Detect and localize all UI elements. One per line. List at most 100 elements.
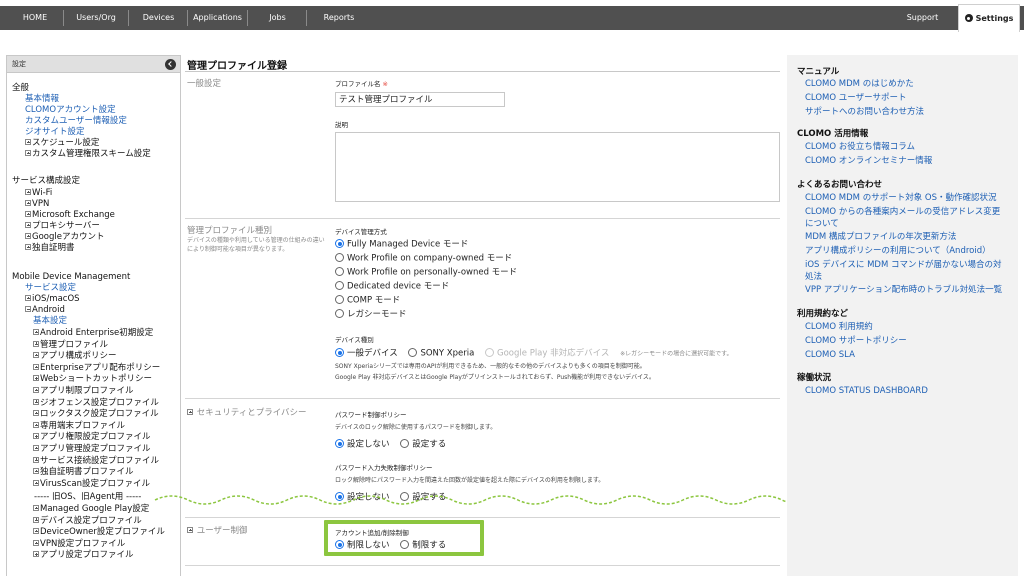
sidebar-item-schedule[interactable]: スケジュール設定 bbox=[25, 138, 99, 149]
help-link[interactable]: CLOMO サポートポリシー bbox=[805, 336, 907, 347]
sidebar-item-label: 独自証明書プロファイル bbox=[40, 467, 134, 478]
help-link[interactable]: MDM 構成プロファイルの年次更新方法 bbox=[805, 232, 956, 243]
sidebar-item-geosite[interactable]: ジオサイト設定 bbox=[25, 127, 85, 138]
sidebar-profile-item[interactable]: 管理プロファイル bbox=[33, 340, 108, 351]
help-link[interactable]: CLOMO ユーザーサポート bbox=[805, 93, 906, 104]
sidebar-profile-item[interactable]: アプリ管理設定プロファイル bbox=[33, 444, 151, 455]
plus-box-icon bbox=[33, 539, 39, 546]
help-link[interactable]: CLOMO MDM のサポート対象 OS・動作確認状況 bbox=[805, 193, 997, 204]
sidebar-item-google-account[interactable]: Googleアカウント bbox=[25, 232, 104, 243]
help-link[interactable]: サポートへのお問い合わせ方法 bbox=[805, 107, 924, 118]
mode-option-legacy[interactable]: レガシーモード bbox=[335, 309, 407, 320]
sidebar-item-ios-macos[interactable]: iOS/macOS bbox=[25, 294, 80, 305]
gear-icon bbox=[964, 14, 973, 22]
help-link[interactable]: について bbox=[805, 219, 839, 230]
sidebar-profile-item[interactable]: ジオフェンス設定プロファイル bbox=[33, 398, 159, 409]
radio-selected-icon[interactable] bbox=[335, 439, 344, 448]
device-type-general[interactable]: 一般デバイス bbox=[335, 348, 398, 360]
sidebar-profile-item[interactable]: アプリ設定プロファイル bbox=[33, 550, 134, 561]
sidebar-profile-item[interactable]: サービス接続設定プロファイル bbox=[33, 456, 159, 467]
sidebar-profile-item[interactable]: VPN設定プロファイル bbox=[33, 539, 125, 550]
sidebar-item-android[interactable]: Android bbox=[25, 305, 65, 316]
mode-option-wp-company[interactable]: Work Profile on company-owned モード bbox=[335, 253, 512, 264]
sidebar-profile-item[interactable]: Managed Google Play設定 bbox=[33, 504, 149, 515]
help-link[interactable]: アプリ構成ポリシーの利用について（Android） bbox=[805, 246, 991, 257]
sidebar-item-basic-info[interactable]: 基本情報 bbox=[25, 94, 59, 105]
help-link[interactable]: 処法 bbox=[805, 272, 822, 283]
radio-selected-icon[interactable] bbox=[335, 239, 344, 248]
sidebar-profile-item[interactable]: ロックタスク設定プロファイル bbox=[33, 409, 159, 420]
mode-option-wp-personal[interactable]: Work Profile on personally-owned モード bbox=[335, 267, 517, 278]
password-policy-on[interactable]: 設定する bbox=[400, 439, 446, 451]
sidebar-profile-item[interactable]: アプリ構成ポリシー bbox=[33, 351, 117, 362]
radio-label: COMP モード bbox=[347, 295, 401, 306]
password-policy-off[interactable]: 設定しない bbox=[335, 439, 390, 451]
radio-icon[interactable] bbox=[335, 281, 344, 290]
sidebar-item-android-basic[interactable]: 基本設定 bbox=[33, 316, 67, 327]
nav-home[interactable]: HOME bbox=[10, 6, 60, 30]
nav-support[interactable]: Support bbox=[895, 6, 950, 30]
sidebar-item-wifi[interactable]: Wi-Fi bbox=[25, 188, 52, 199]
sidebar-profile-item[interactable]: Webショートカットポリシー bbox=[33, 374, 152, 385]
sidebar-item-vpn[interactable]: VPN bbox=[25, 199, 49, 210]
help-link[interactable]: CLOMO 利用規約 bbox=[805, 322, 873, 333]
sidebar-profile-item[interactable]: 専用端末プロファイル bbox=[33, 421, 125, 432]
nav-applications[interactable]: Applications bbox=[190, 6, 245, 30]
sidebar-profile-item[interactable]: Enterpriseアプリ配布ポリシー bbox=[33, 363, 160, 374]
radio-icon[interactable] bbox=[335, 309, 344, 318]
sidebar-item-service-settings[interactable]: サービス設定 bbox=[25, 283, 76, 294]
radio-selected-icon[interactable] bbox=[335, 348, 344, 357]
sidebar-profile-item[interactable]: アプリ制限プロファイル bbox=[33, 386, 134, 397]
title-divider bbox=[185, 71, 780, 72]
profile-name-label: プロファイル名 ※ bbox=[335, 78, 388, 88]
sidebar-profile-item[interactable]: Android Enterprise初期設定 bbox=[33, 328, 153, 339]
device-type-sony[interactable]: SONY Xperia bbox=[408, 348, 474, 360]
mode-option-fully-managed[interactable]: Fully Managed Device モード bbox=[335, 239, 468, 250]
radio-icon[interactable] bbox=[400, 439, 410, 448]
help-section-manual: マニュアル bbox=[797, 67, 840, 77]
nav-settings-tab[interactable]: Settings bbox=[958, 4, 1020, 32]
sidebar-item-proxy[interactable]: プロキシサーバー bbox=[25, 221, 100, 232]
nav-reports[interactable]: Reports bbox=[309, 6, 369, 30]
radio-icon[interactable] bbox=[408, 348, 418, 357]
help-link[interactable]: CLOMO MDM のはじめかた bbox=[805, 79, 914, 90]
sidebar-item-label: Android Enterprise初期設定 bbox=[40, 328, 154, 338]
sidebar-item-exchange[interactable]: Microsoft Exchange bbox=[25, 210, 115, 221]
radio-icon[interactable] bbox=[335, 295, 344, 304]
nav-users-org[interactable]: Users/Org bbox=[66, 6, 126, 30]
plus-box-icon bbox=[33, 468, 39, 475]
section-security-toggle[interactable]: セキュリティとプライバシー bbox=[187, 406, 307, 418]
sidebar-profile-item[interactable]: DeviceOwner設定プロファイル bbox=[33, 527, 165, 538]
sidebar-profile-item[interactable]: 独自証明書プロファイル bbox=[33, 467, 134, 478]
mode-option-comp[interactable]: COMP モード bbox=[335, 295, 400, 306]
description-textarea[interactable] bbox=[335, 132, 780, 202]
mode-option-dedicated[interactable]: Dedicated device モード bbox=[335, 281, 449, 292]
chevron-left-circle-icon[interactable] bbox=[165, 59, 176, 70]
sidebar-profile-item[interactable]: デバイス設定プロファイル bbox=[33, 516, 142, 527]
nav-jobs[interactable]: Jobs bbox=[250, 6, 305, 30]
help-link[interactable]: CLOMO からの各種案内メールの受信アドレス変更 bbox=[805, 207, 1000, 218]
help-link[interactable]: VPP アプリケーション配布時のトラブル対処法一覧 bbox=[805, 285, 1002, 296]
sidebar-item-custom-permission[interactable]: カスタム管理権限スキーム設定 bbox=[25, 149, 151, 160]
sidebar-item-custom-user-info[interactable]: カスタムユーザー情報設定 bbox=[25, 116, 127, 127]
help-section-status: 稼働状況 bbox=[797, 373, 832, 383]
radio-icon[interactable] bbox=[335, 253, 344, 262]
help-link[interactable]: CLOMO お役立ち情報コラム bbox=[805, 142, 915, 153]
radio-icon[interactable] bbox=[335, 267, 344, 276]
help-link[interactable]: CLOMO STATUS DASHBOARD bbox=[805, 386, 928, 397]
profile-name-input[interactable]: テスト管理プロファイル bbox=[335, 92, 505, 107]
sidebar-profile-item[interactable]: VirusScan設定プロファイル bbox=[33, 479, 150, 490]
sidebar-profile-item[interactable]: アプリ権限設定プロファイル bbox=[33, 432, 151, 443]
sidebar-item-clomo-account[interactable]: CLOMOアカウント設定 bbox=[25, 105, 116, 116]
help-link[interactable]: CLOMO オンラインセミナー情報 bbox=[805, 156, 932, 167]
plus-box-icon bbox=[25, 233, 31, 239]
nav-devices[interactable]: Devices bbox=[131, 6, 186, 30]
sidebar-item-certificate[interactable]: 独自証明書 bbox=[25, 243, 75, 254]
help-link[interactable]: iOS デバイスに MDM コマンドが届かない場合の対 bbox=[805, 260, 1002, 271]
section-divider bbox=[185, 565, 780, 566]
highlight-box bbox=[324, 520, 484, 556]
section-user-control-toggle[interactable]: ユーザー制御 bbox=[187, 524, 248, 536]
sidebar-item-label: デバイス設定プロファイル bbox=[40, 515, 142, 526]
help-link[interactable]: CLOMO SLA bbox=[805, 350, 855, 361]
device-type-label: デバイス種別 bbox=[335, 336, 374, 344]
